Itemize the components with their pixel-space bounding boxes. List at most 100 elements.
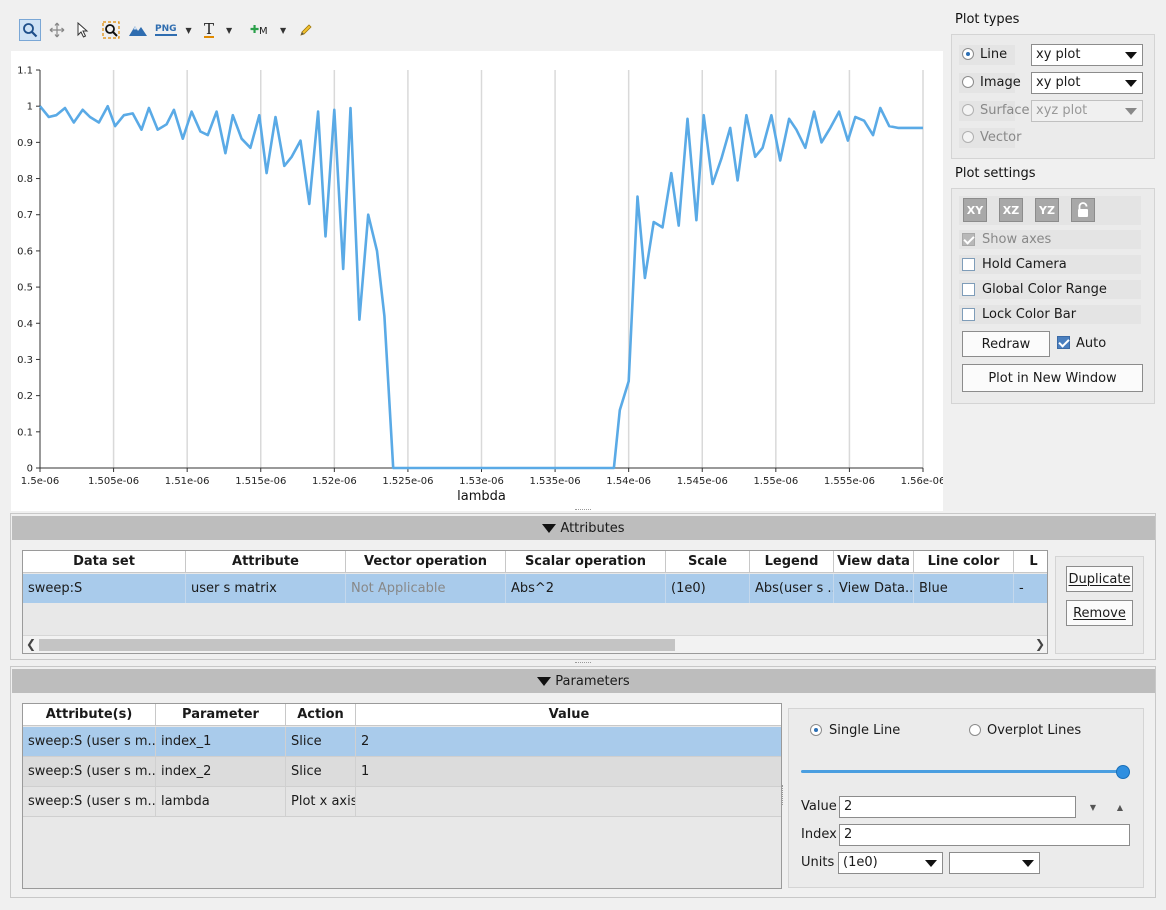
attributes-col-header[interactable]: Line color [914, 551, 1014, 573]
units-select[interactable]: (1e0) [838, 852, 943, 874]
parameters-cell[interactable] [356, 787, 781, 816]
attributes-col-header[interactable]: Scalar operation [506, 551, 666, 573]
pan-icon[interactable] [47, 19, 67, 41]
overplot-lines-radio[interactable] [969, 724, 981, 736]
plot-type-surface-radio[interactable] [962, 104, 974, 116]
attributes-cell: user s matrix [186, 574, 346, 603]
lock-color-bar-label: Lock Color Bar [982, 307, 1077, 322]
attributes-cell: - [1014, 574, 1047, 603]
parameters-cell: Slice [286, 727, 356, 756]
x-tick-label: 1.505e-06 [88, 476, 139, 487]
collapse-triangle-icon [537, 676, 552, 686]
chevron-left-icon[interactable]: ❮ [26, 637, 36, 651]
xy-view-button[interactable]: XY [963, 198, 987, 222]
mountain-icon[interactable] [127, 19, 149, 41]
attributes-cell: Abs^2 [506, 574, 666, 603]
parameters-cell: sweep:S (user s m... [23, 787, 156, 816]
marker-icon: ✚ M [250, 23, 268, 37]
attributes-col-header[interactable]: Vector operation [346, 551, 506, 573]
xz-view-button[interactable]: XZ [999, 198, 1023, 222]
parameters-col-header[interactable]: Attribute(s) [23, 704, 156, 726]
yz-view-button[interactable]: YZ [1035, 198, 1059, 222]
zoom-region-icon[interactable] [100, 19, 122, 41]
lock-color-bar-checkbox[interactable] [962, 308, 975, 321]
attributes-cell[interactable]: View Data... [834, 574, 914, 603]
attributes-header[interactable]: Attributes [12, 516, 1155, 540]
select-icon[interactable] [73, 19, 93, 41]
attributes-col-header[interactable]: View data [834, 551, 914, 573]
table-row[interactable]: sweep:S (user s m... index_2 Slice 1 [23, 757, 781, 787]
show-axes-checkbox[interactable] [962, 233, 975, 246]
value-field[interactable]: 2 [839, 796, 1076, 818]
attributes-cell[interactable]: Blue [914, 574, 1014, 603]
units-select-2[interactable] [949, 852, 1040, 874]
hold-camera-label: Hold Camera [982, 257, 1067, 272]
global-color-range-label: Global Color Range [982, 282, 1107, 297]
attributes-col-header[interactable]: Data set [23, 551, 186, 573]
attributes-col-header[interactable]: Scale [666, 551, 750, 573]
parameters-cell: sweep:S (user s m... [23, 727, 156, 756]
png-icon: PNG [155, 24, 177, 36]
value-slider-track[interactable] [801, 770, 1125, 773]
plot-type-image-radio[interactable] [962, 76, 974, 88]
plot-type-vector-radio[interactable] [962, 131, 974, 143]
index-field[interactable]: 2 [839, 824, 1130, 846]
attributes-col-header[interactable]: Legend [750, 551, 834, 573]
y-tick-label: 0.8 [17, 174, 33, 185]
plot-type-line-select[interactable]: xy plot [1031, 44, 1143, 66]
hold-camera-checkbox[interactable] [962, 258, 975, 271]
parameters-col-header[interactable]: Parameter [156, 704, 286, 726]
parameters-header[interactable]: Parameters [12, 669, 1155, 693]
plot-canvas[interactable]: 1.5e-06 1.505e-06 1.51e-06 1.515e-06 1.52e-0… [11, 51, 943, 511]
parameters-cell[interactable]: 1 [356, 757, 781, 786]
parameters-col-header[interactable]: Action [286, 704, 356, 726]
parameters-cell[interactable]: 2 [356, 727, 781, 756]
plot-new-window-button[interactable]: Plot in New Window [962, 364, 1143, 392]
table-row[interactable]: sweep:S (user s m... index_1 Slice 2 [23, 727, 781, 757]
attributes-cell: (1e0) [666, 574, 750, 603]
png-export-button[interactable]: PNG ▼ [155, 19, 199, 41]
chevron-down-icon [925, 860, 937, 867]
single-line-radio[interactable] [810, 724, 822, 736]
attributes-col-header[interactable]: Attribute [186, 551, 346, 573]
plot-type-image-select[interactable]: xy plot [1031, 72, 1143, 94]
value-slider-handle[interactable] [1116, 765, 1130, 779]
splitter-dots[interactable] [782, 785, 785, 805]
y-tick-label: 0 [27, 464, 33, 475]
parameters-cell: sweep:S (user s m... [23, 757, 156, 786]
y-tick-label: 0.7 [17, 210, 33, 221]
remove-button[interactable]: Remove [1066, 600, 1133, 626]
x-axis-label: lambda [457, 489, 506, 504]
table-row[interactable]: sweep:S user s matrix Not Applicable Abs^2(… [23, 574, 1047, 603]
zoom-icon[interactable] [19, 19, 41, 41]
plot-type-surface-select[interactable]: xyz plot [1031, 100, 1143, 122]
global-color-range-checkbox[interactable] [962, 283, 975, 296]
y-tick-label: 0.1 [17, 427, 33, 438]
marker-tool-button[interactable]: ✚ M ▼ [250, 19, 292, 41]
x-tick-label: 1.525e-06 [382, 476, 433, 487]
chevron-down-icon: ▼ [226, 25, 233, 35]
attributes-col-header[interactable]: L [1014, 551, 1047, 573]
attributes-cell: sweep:S [23, 574, 186, 603]
x-tick-label: 1.51e-06 [165, 476, 210, 487]
attributes-cell: Not Applicable [346, 574, 506, 603]
table-row[interactable]: sweep:S (user s m... lambda Plot x axis [23, 787, 781, 817]
text-tool-button[interactable]: T ▼ [204, 19, 244, 41]
duplicate-button[interactable]: Duplicate [1066, 566, 1133, 592]
pencil-icon[interactable] [296, 19, 316, 41]
chevron-up-icon[interactable]: ▲ [1109, 797, 1131, 817]
value-label: Value [801, 799, 837, 814]
y-tick-label: 0.4 [17, 319, 33, 330]
chevron-down-icon [1125, 80, 1137, 87]
chevron-down-icon[interactable]: ▼ [1082, 797, 1104, 817]
redraw-button[interactable]: Redraw [962, 331, 1050, 357]
horizontal-scrollbar[interactable]: ❮ ❯ [23, 635, 1047, 653]
chevron-right-icon[interactable]: ❯ [1035, 637, 1045, 651]
x-tick-label: 1.535e-06 [530, 476, 581, 487]
parameters-col-header[interactable]: Value [356, 704, 781, 726]
auto-checkbox[interactable] [1057, 336, 1070, 349]
scrollbar-thumb[interactable] [39, 639, 675, 651]
plot-type-line-radio[interactable] [962, 48, 974, 60]
lock-icon[interactable] [1071, 198, 1095, 222]
y-tick-label: 0.9 [17, 138, 33, 149]
